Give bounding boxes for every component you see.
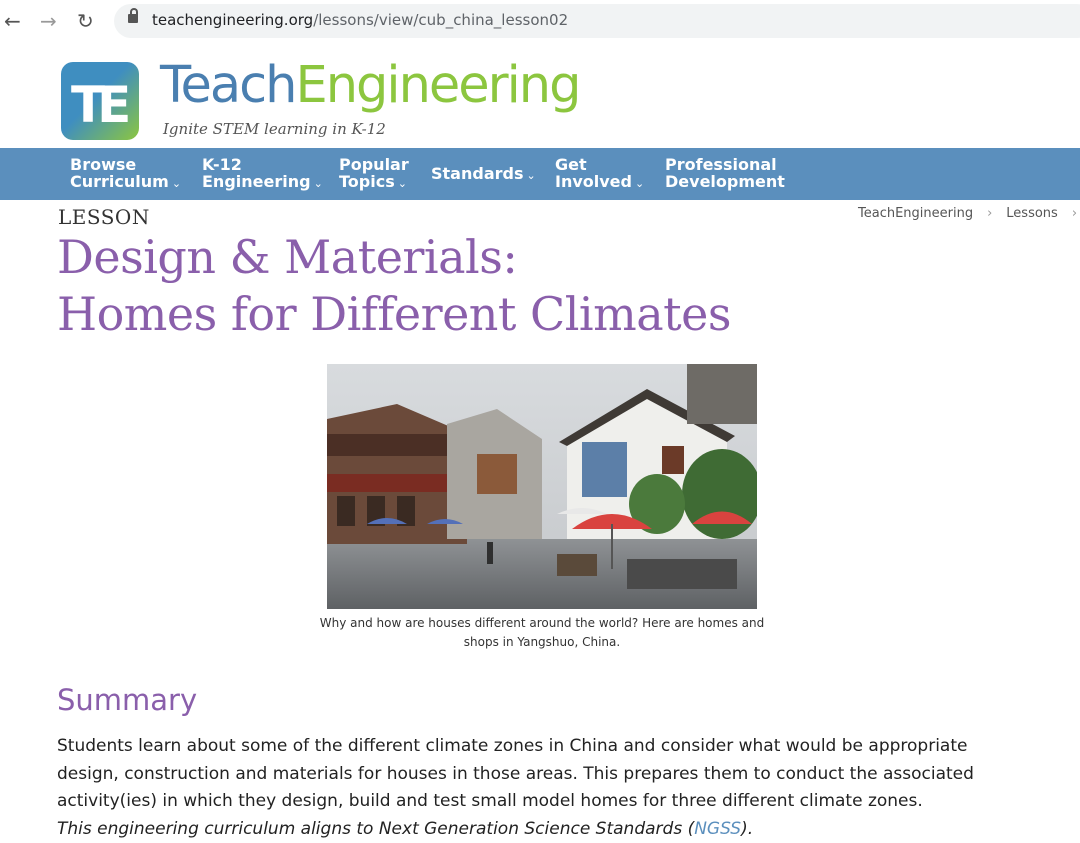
summary-text: Students learn about some of the differe…: [57, 736, 974, 839]
nav-k12-engineering[interactable]: K-12 Engineering ⌄: [202, 156, 323, 192]
site-header: TE TeachEngineering Ignite STEM learning…: [0, 42, 1080, 148]
chevron-down-icon: ⌄: [526, 169, 536, 182]
summary-heading: Summary: [57, 683, 198, 717]
address-bar[interactable]: teachengineering.org/lessons/view/cub_ch…: [114, 4, 1080, 38]
browser-toolbar: ← → ↻ teachengineering.org/lessons/view/…: [0, 0, 1080, 42]
nav-standards[interactable]: Standards ⌄: [431, 165, 536, 184]
breadcrumb-lessons-link[interactable]: Lessons: [1006, 206, 1058, 221]
street-scene-image: [327, 364, 757, 609]
nav-get-involved[interactable]: Get Involved ⌄: [555, 156, 644, 192]
nav-browse-curriculum[interactable]: Browse Curriculum ⌄: [70, 156, 181, 192]
breadcrumb-home-link[interactable]: TeachEngineering: [858, 206, 973, 221]
breadcrumb-chevron-icon: ›: [987, 206, 993, 221]
breadcrumb: TeachEngineering › Lessons ›: [858, 206, 1080, 221]
main-navigation: Browse Curriculum ⌄ K-12 Engineering ⌄ Popul…: [0, 148, 1080, 200]
nav-professional-development[interactable]: Professional Development: [665, 156, 785, 190]
lock-icon: [128, 8, 138, 23]
breadcrumb-chevron-icon: ›: [1071, 206, 1078, 221]
ngss-link[interactable]: NGSS: [694, 819, 741, 839]
page-title: Design & Materials: Homes for Different …: [57, 230, 732, 341]
back-arrow-icon[interactable]: ←: [4, 9, 21, 33]
forward-arrow-icon[interactable]: →: [40, 9, 57, 33]
chevron-down-icon: ⌄: [634, 177, 645, 190]
nav-popular-topics[interactable]: Popular Topics ⌄: [339, 156, 409, 192]
reload-icon[interactable]: ↻: [77, 9, 94, 33]
lesson-photo: [327, 364, 757, 609]
chevron-down-icon: ⌄: [397, 177, 407, 190]
site-tagline: Ignite STEM learning in K-12: [163, 120, 386, 138]
chevron-down-icon: ⌄: [313, 177, 323, 190]
teachengineering-logo-icon[interactable]: TE: [61, 62, 139, 140]
url-text[interactable]: teachengineering.org/lessons/view/cub_ch…: [152, 11, 568, 29]
content-type-label: LESSON: [58, 205, 150, 229]
photo-caption: Why and how are houses different around …: [319, 616, 765, 649]
chevron-down-icon: ⌄: [171, 177, 182, 190]
site-brand-name[interactable]: TeachEngineering: [160, 56, 581, 116]
